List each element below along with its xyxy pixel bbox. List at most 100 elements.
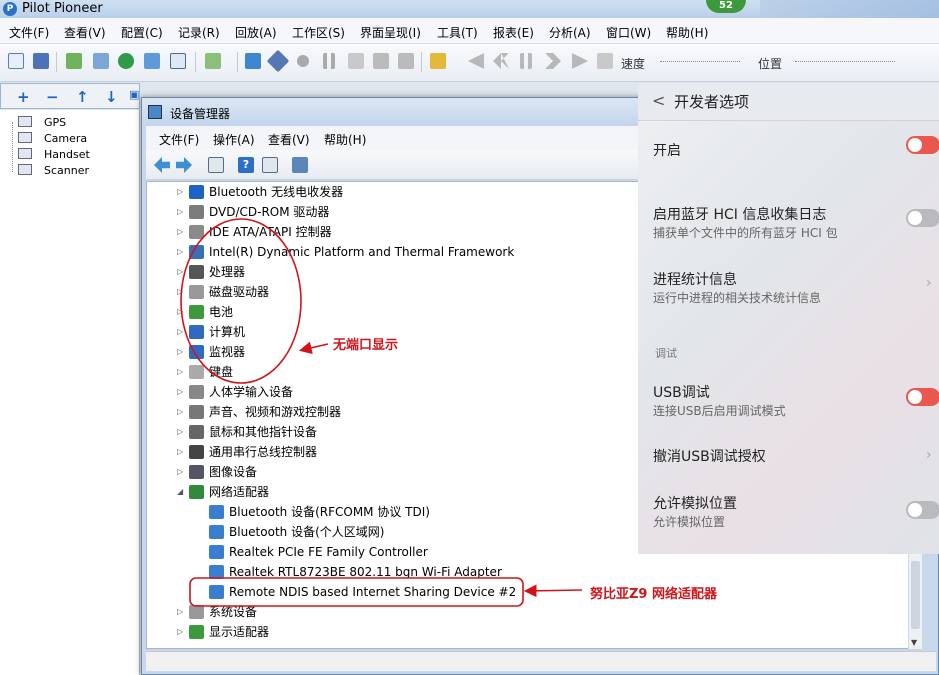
expand-arrow-icon[interactable]: ▷ [177, 262, 187, 282]
device-label: 人体学输入设备 [209, 385, 294, 399]
layout-icon[interactable] [205, 53, 221, 69]
scroll-down-icon[interactable]: ▼ [911, 638, 917, 647]
loop-icon[interactable] [597, 53, 613, 69]
background-window [760, 0, 939, 18]
expand-arrow-icon[interactable]: ▷ [177, 282, 187, 302]
enable-toggle[interactable] [906, 136, 939, 154]
scrollbar-thumb[interactable] [911, 561, 920, 629]
console-icon[interactable] [208, 157, 224, 173]
menu-interface[interactable]: 界面呈现(I) [360, 24, 421, 41]
menu-window[interactable]: 窗口(W) [606, 24, 651, 41]
device-manager-icon [148, 105, 162, 119]
record-icon[interactable] [297, 55, 309, 67]
properties-window-icon[interactable] [262, 157, 278, 173]
menu-view[interactable]: 查看(V) [64, 24, 106, 41]
expand-arrow-icon[interactable]: ▷ [177, 362, 187, 382]
connect-icon[interactable] [245, 53, 261, 69]
flag-icon[interactable] [373, 53, 389, 69]
expand-arrow-icon[interactable]: ▷ [177, 422, 187, 442]
tree-item-handset[interactable]: Handset [18, 148, 90, 161]
expand-arrow-icon[interactable]: ▷ [177, 442, 187, 462]
marker-icon[interactable] [398, 53, 414, 69]
expand-arrow-icon[interactable]: ▷ [177, 182, 187, 202]
expand-arrow-icon[interactable]: ▷ [177, 222, 187, 242]
position-slider[interactable] [795, 61, 895, 63]
menu-report[interactable]: 报表(E) [493, 24, 534, 41]
device-category[interactable]: ▷ 显示适配器 [147, 622, 907, 642]
forward-icon[interactable] [176, 157, 192, 173]
add-device-icon[interactable] [66, 53, 82, 69]
new-file-icon[interactable] [8, 53, 24, 69]
bt-hci-toggle[interactable] [906, 209, 939, 227]
scan-hardware-icon[interactable] [292, 157, 308, 173]
expand-arrow-icon[interactable]: ▷ [177, 602, 187, 622]
pause-icon[interactable] [323, 53, 335, 69]
globe-icon[interactable] [118, 53, 134, 69]
device-label: 键盘 [209, 365, 234, 379]
expand-arrow-icon[interactable]: ▷ [177, 202, 187, 222]
move-down-icon[interactable]: ↓ [105, 88, 118, 106]
menu-config[interactable]: 配置(C) [121, 24, 163, 41]
add-icon[interactable]: + [17, 88, 30, 106]
chevron-right-icon: › [926, 275, 932, 291]
fast-forward-icon[interactable] [545, 53, 561, 69]
rewind-icon[interactable] [493, 53, 509, 69]
chat-icon[interactable] [144, 53, 160, 69]
tree-item-scanner[interactable]: Scanner [18, 164, 89, 177]
expand-arrow-icon[interactable]: ▷ [177, 382, 187, 402]
expand-arrow-icon[interactable]: ▷ [177, 242, 187, 262]
device-category-icon [189, 465, 204, 479]
stop-doc-icon[interactable] [348, 53, 364, 69]
device-category-icon [189, 205, 204, 219]
save-icon[interactable] [33, 53, 49, 69]
menu-help[interactable]: 帮助(H) [666, 24, 708, 41]
menu-tools[interactable]: 工具(T) [437, 24, 478, 41]
device-item[interactable]: Remote NDIS based Internet Sharing Devic… [147, 582, 907, 602]
dm-menu-action[interactable]: 操作(A) [213, 131, 255, 148]
usb-debug-toggle[interactable] [906, 388, 939, 406]
help-icon[interactable]: ? [238, 157, 254, 173]
menu-workspace[interactable]: 工作区(S) [292, 24, 345, 41]
open-folder-icon[interactable] [430, 53, 446, 69]
menu-replay[interactable]: 回放(A) [235, 24, 277, 41]
device-label: 监视器 [209, 345, 246, 359]
dm-menu-file[interactable]: 文件(F) [159, 131, 199, 148]
bt-hci-subtitle: 捕获单个文件中的所有蓝牙 HCI 包 [653, 226, 838, 240]
document-icon[interactable] [93, 53, 109, 69]
dm-menu-view[interactable]: 查看(V) [268, 131, 310, 148]
prev-icon[interactable] [468, 53, 484, 69]
tree-item-camera[interactable]: Camera [18, 132, 87, 145]
device-category-icon [189, 365, 204, 379]
expand-arrow-icon[interactable]: ▷ [177, 322, 187, 342]
menu-analysis[interactable]: 分析(A) [549, 24, 591, 41]
revoke-usb-title[interactable]: 撤消USB调试授权 [653, 446, 766, 466]
back-icon[interactable] [154, 157, 170, 173]
expand-arrow-icon[interactable]: ▷ [177, 402, 187, 422]
expand-arrow-icon[interactable]: ▷ [177, 302, 187, 322]
properties-icon[interactable]: ▣ [129, 88, 139, 101]
device-category-icon [189, 405, 204, 419]
collapse-arrow-icon[interactable]: ◢ [177, 482, 187, 502]
phone-header: < 开发者选项 [638, 83, 939, 121]
mock-location-toggle[interactable] [906, 501, 939, 519]
device-item[interactable]: Realtek RTL8723BE 802.11 bgn Wi-Fi Adapt… [147, 562, 907, 582]
speed-slider[interactable] [660, 61, 740, 63]
expand-arrow-icon[interactable]: ▷ [177, 342, 187, 362]
back-chevron-icon[interactable]: < [652, 91, 665, 110]
menu-record[interactable]: 记录(R) [178, 24, 220, 41]
play-icon[interactable] [572, 53, 588, 69]
list-icon[interactable] [170, 53, 186, 69]
move-up-icon[interactable]: ↑ [76, 88, 89, 106]
remove-icon[interactable]: − [46, 88, 59, 106]
device-category[interactable]: ▷ 系统设备 [147, 602, 907, 622]
dm-menu-help[interactable]: 帮助(H) [324, 131, 366, 148]
replay-pause-icon[interactable] [520, 53, 532, 69]
menu-file[interactable]: 文件(F) [9, 24, 49, 41]
tree-item-gps[interactable]: GPS [18, 116, 66, 129]
expand-arrow-icon[interactable]: ▷ [177, 462, 187, 482]
link-icon[interactable] [266, 49, 290, 73]
speed-label: 速度 [621, 57, 646, 71]
expand-arrow-icon[interactable]: ▷ [177, 622, 187, 642]
device-category-icon [189, 305, 204, 319]
process-stats-title[interactable]: 进程统计信息 [653, 269, 737, 289]
